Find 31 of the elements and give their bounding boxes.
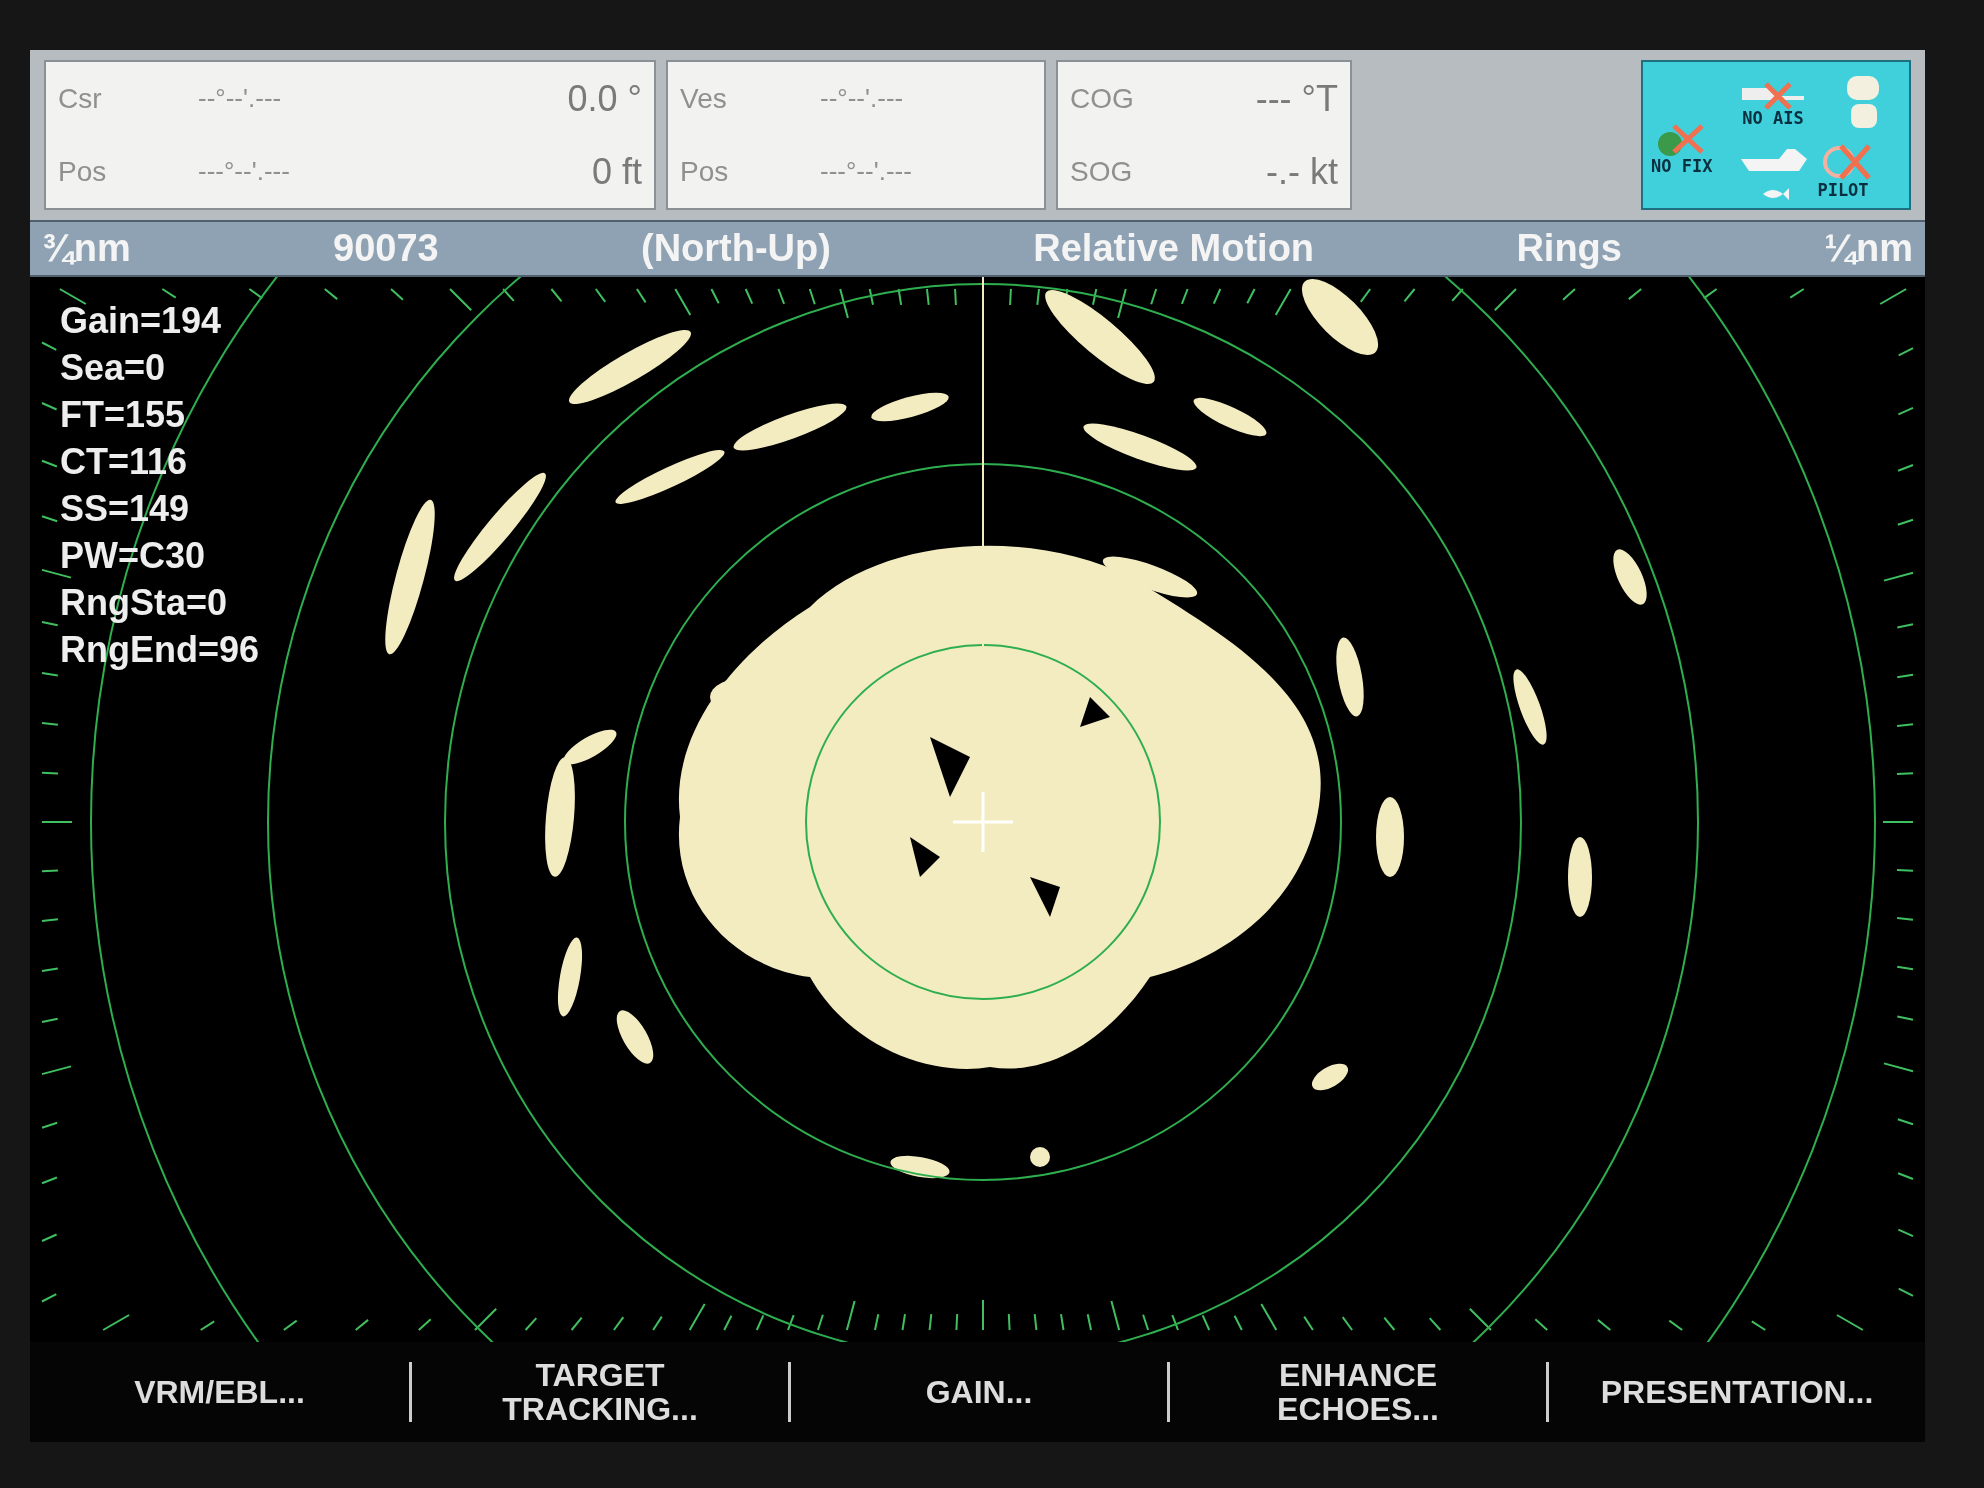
status-label: PILOT — [1817, 182, 1869, 199]
readout-text: Sea=0 — [59, 346, 167, 390]
field-label: Pos — [58, 154, 108, 189]
status-label: NO AIS — [1742, 110, 1804, 127]
field-value: 0 ft — [591, 149, 642, 194]
coordinate-value: ---°--'.--- — [198, 155, 290, 188]
field-value: -.- kt — [1266, 149, 1338, 194]
softkey-button[interactable]: PRESENTATION... — [1549, 1375, 1925, 1409]
field-label: COG — [1070, 81, 1135, 116]
status-text: Rings — [1516, 226, 1622, 271]
readout-text: FT=155 — [59, 393, 187, 437]
coordinate-value: --°--'.--- — [198, 82, 282, 115]
status-text: ¼nm — [1824, 226, 1913, 271]
status-label: NO FIX — [1651, 158, 1713, 175]
readout-text: Gain=194 — [59, 299, 223, 343]
status-text: 90073 — [333, 226, 439, 271]
field-value: --- °T — [1255, 76, 1338, 121]
status-text: Relative Motion — [1033, 226, 1315, 271]
status-text: (North-Up) — [641, 226, 831, 271]
coordinate-value: --°--'.--- — [820, 82, 904, 115]
status-text: ¾nm — [42, 226, 131, 271]
softkey-button[interactable]: ENHANCE ECHOES... — [1170, 1358, 1546, 1426]
field-label: Csr — [58, 81, 103, 116]
softkey-button[interactable]: TARGET TRACKING... — [412, 1358, 788, 1426]
field-label: Pos — [680, 154, 730, 189]
field-label: SOG — [1070, 154, 1134, 189]
coordinate-value: ---°--'.--- — [820, 155, 912, 188]
softkey-button[interactable]: GAIN... — [791, 1375, 1167, 1409]
softkey-button[interactable]: VRM/EBL... — [30, 1375, 409, 1409]
field-value: 0.0 ° — [567, 76, 642, 121]
field-label: Ves — [680, 81, 728, 116]
